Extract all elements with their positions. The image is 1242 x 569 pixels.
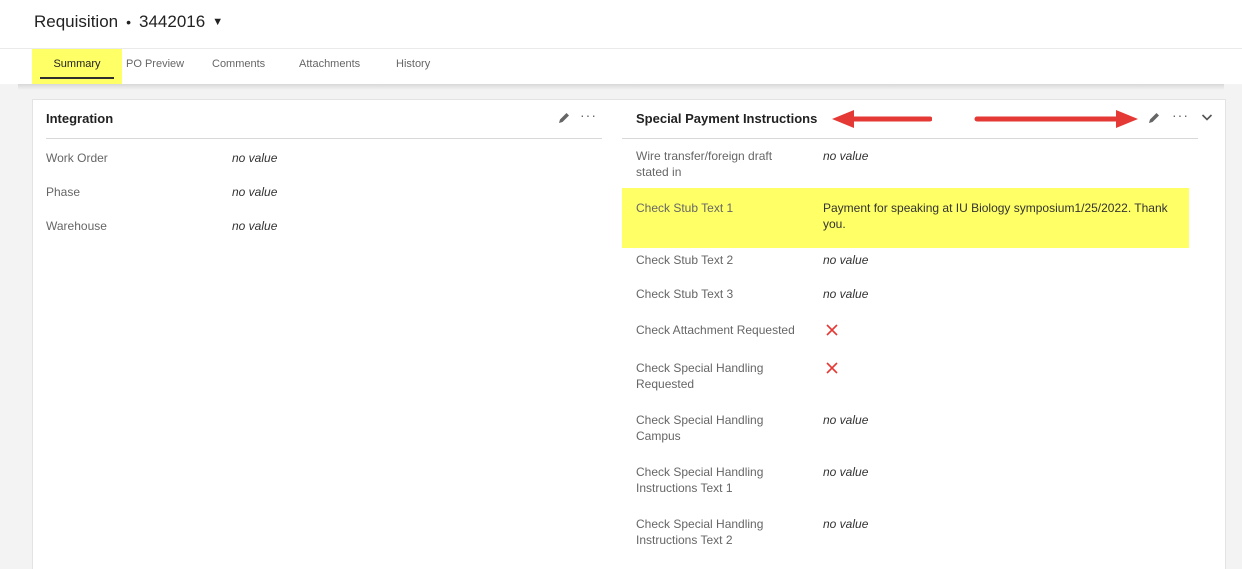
tab-attachments-label: Attachments — [299, 58, 361, 70]
payment-row-value: no value — [823, 465, 869, 479]
payment-row-value: no value — [823, 413, 869, 427]
check-stub-text-1-value: Payment for speaking at IU Biology sympo… — [823, 201, 1168, 231]
integration-row-label: Work Order — [46, 151, 108, 165]
x-icon — [826, 324, 838, 336]
integration-row-label: Phase — [46, 185, 81, 199]
payment-row-label: Check Stub Text 3 — [636, 287, 734, 301]
payment-row-label: Check Special Handling Campus — [636, 413, 764, 443]
payment-row-label: Check Special Handling Instructions Text… — [636, 517, 764, 547]
payment-row-label: Check Stub Text 2 — [636, 253, 734, 267]
tab-comments-label: Comments — [212, 58, 266, 70]
tab-po-preview-label: PO Preview — [126, 58, 185, 70]
summary-card — [32, 99, 1226, 569]
tab-comments[interactable]: Comments — [212, 49, 265, 85]
caret-down-icon[interactable]: ▼ — [212, 16, 223, 28]
active-tab-underline — [40, 77, 114, 79]
tab-summary[interactable]: Summary — [32, 49, 122, 85]
payment-row-value: no value — [823, 517, 869, 531]
more-options-icon[interactable]: ··· — [1172, 108, 1189, 122]
chevron-down-icon[interactable] — [1201, 111, 1213, 123]
integration-row-value: no value — [232, 185, 278, 199]
page-header: Requisition • 3442016 ▼ — [0, 0, 1242, 48]
requisition-title: Requisition • 3442016 ▼ — [34, 12, 223, 32]
pencil-icon[interactable] — [557, 111, 571, 125]
x-icon — [826, 362, 838, 374]
special-payment-title: Special Payment Instructions — [636, 111, 818, 126]
payment-row-label: Check Stub Text 1 — [636, 201, 734, 215]
tab-history[interactable]: History — [396, 49, 430, 85]
integration-row-label: Warehouse — [46, 219, 107, 233]
tab-bar: Summary PO Preview Comments Attachments … — [0, 48, 1242, 85]
pencil-icon[interactable] — [1147, 111, 1161, 125]
integration-title: Integration — [46, 111, 114, 126]
payment-row-label: Check Special Handling Requested — [636, 361, 764, 391]
tab-summary-label: Summary — [53, 58, 101, 70]
payment-row-value: no value — [823, 149, 869, 163]
page-title: Requisition — [34, 12, 119, 31]
tab-po-preview[interactable]: PO Preview — [126, 49, 184, 85]
integration-row-value: no value — [232, 151, 278, 165]
payment-row-value: no value — [823, 287, 869, 301]
tab-attachments[interactable]: Attachments — [299, 49, 360, 85]
payment-row-label: Check Special Handling Instructions Text… — [636, 465, 764, 495]
tab-history-label: History — [396, 58, 431, 70]
right-arrow-annotation — [974, 110, 1138, 128]
requisition-number: 3442016 — [139, 12, 206, 31]
content-shadow — [18, 84, 1224, 90]
integration-divider — [46, 138, 602, 139]
more-options-icon[interactable]: ··· — [580, 108, 597, 122]
payment-row-value: no value — [823, 253, 869, 267]
integration-row-value: no value — [232, 219, 278, 233]
payment-row-label: Wire transfer/foreign draft stated in — [636, 149, 773, 179]
payment-row-label: Check Attachment Requested — [636, 323, 795, 337]
title-separator: • — [126, 14, 132, 30]
left-arrow-annotation — [832, 110, 932, 128]
special-payment-divider — [622, 138, 1198, 139]
